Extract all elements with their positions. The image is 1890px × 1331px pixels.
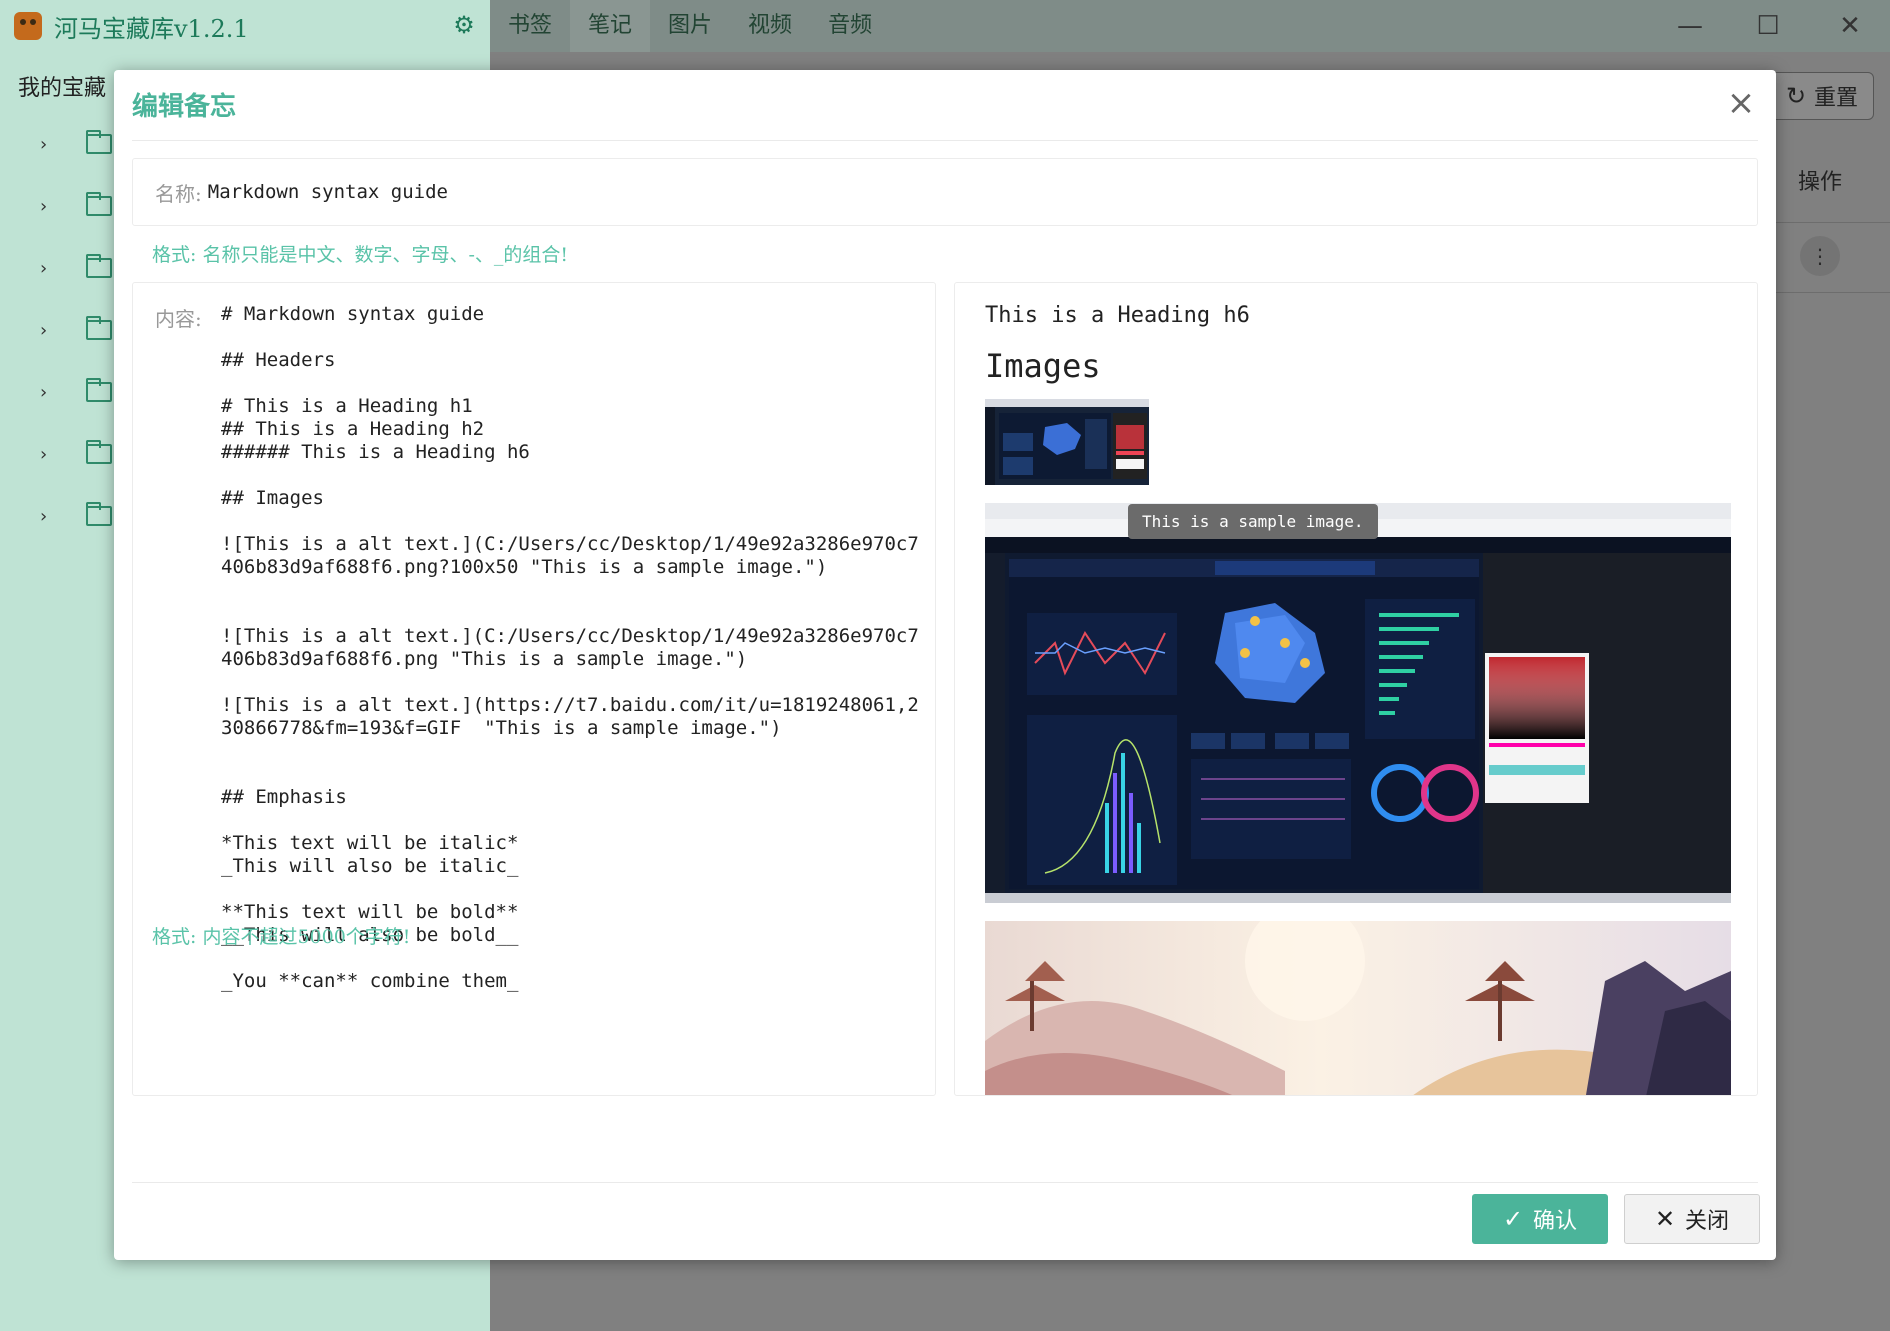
- folder-icon: [86, 378, 112, 402]
- chevron-right-icon[interactable]: ›: [40, 134, 60, 155]
- table-divider: [1770, 222, 1890, 223]
- name-label: 名称:: [155, 181, 202, 206]
- close-label: 关闭: [1685, 1209, 1730, 1234]
- dialog-title: 编辑备忘: [132, 92, 237, 122]
- tab-audio[interactable]: 音频: [810, 0, 890, 52]
- preview-dashboard-image: [985, 503, 1731, 903]
- gear-icon[interactable]: ⚙: [452, 13, 476, 37]
- hippo-logo-icon: [14, 12, 42, 40]
- content-editor[interactable]: 内容: # Markdown syntax guide ## Headers #…: [132, 282, 936, 1096]
- content-label: 内容:: [155, 307, 202, 331]
- divider: [132, 1182, 1758, 1183]
- content-hint: 格式: 内容不超过5000个字符!: [152, 926, 411, 948]
- folder-icon: [86, 316, 112, 340]
- refresh-icon: ↻: [1785, 82, 1807, 110]
- maximize-icon[interactable]: ☐: [1748, 10, 1788, 42]
- preview-heading-h6: This is a Heading h6: [985, 303, 1250, 328]
- close-button[interactable]: ✕ 关闭: [1624, 1194, 1760, 1244]
- name-field[interactable]: 名称: Markdown syntax guide: [132, 158, 1758, 226]
- close-x-icon: ✕: [1654, 1205, 1676, 1233]
- chevron-right-icon[interactable]: ›: [40, 444, 60, 465]
- preview-heading-images: Images: [985, 347, 1101, 385]
- chevron-right-icon[interactable]: ›: [40, 196, 60, 217]
- confirm-button[interactable]: ✓ 确认: [1472, 1194, 1608, 1244]
- divider: [132, 140, 1758, 141]
- markdown-preview: This is a Heading h6 Images: [954, 282, 1758, 1096]
- reset-button[interactable]: ↻ 重置: [1770, 72, 1874, 120]
- folder-icon: [86, 502, 112, 526]
- edit-memo-dialog: 编辑备忘 × 名称: Markdown syntax guide 格式: 名称只…: [114, 70, 1776, 1260]
- name-hint: 格式: 名称只能是中文、数字、字母、-、_的组合!: [152, 244, 568, 266]
- chevron-right-icon[interactable]: ›: [40, 382, 60, 403]
- minimize-icon[interactable]: —: [1670, 10, 1710, 42]
- tab-videos[interactable]: 视频: [730, 0, 810, 52]
- image-tooltip: This is a sample image.: [1128, 504, 1378, 539]
- app-title: 河马宝藏库v1.2.1: [54, 14, 249, 43]
- preview-thumbnail-image: [985, 399, 1149, 485]
- sidebar-heading: 我的宝藏: [18, 76, 107, 101]
- confirm-label: 确认: [1533, 1209, 1578, 1234]
- tab-images[interactable]: 图片: [650, 0, 730, 52]
- chevron-right-icon[interactable]: ›: [40, 258, 60, 279]
- preview-landscape-image: [985, 921, 1731, 1095]
- table-divider: [1770, 292, 1890, 293]
- ops-column-header: 操作: [1798, 170, 1843, 195]
- content-textarea[interactable]: # Markdown syntax guide ## Headers # Thi…: [221, 303, 921, 993]
- close-icon[interactable]: ×: [1724, 86, 1758, 120]
- more-vertical-icon[interactable]: ⋮: [1800, 236, 1840, 276]
- app-title-bar: 河马宝藏库v1.2.1: [0, 0, 490, 52]
- tab-notes[interactable]: 笔记: [570, 0, 651, 52]
- close-window-icon[interactable]: ✕: [1830, 10, 1870, 42]
- folder-icon: [86, 254, 112, 278]
- reset-label: 重置: [1814, 86, 1859, 111]
- folder-icon: [86, 130, 112, 154]
- tab-bookmarks[interactable]: 书签: [490, 0, 570, 52]
- chevron-right-icon[interactable]: ›: [40, 320, 60, 341]
- name-input[interactable]: Markdown syntax guide: [208, 181, 448, 203]
- check-icon: ✓: [1502, 1205, 1524, 1233]
- folder-icon: [86, 440, 112, 464]
- folder-icon: [86, 192, 112, 216]
- chevron-right-icon[interactable]: ›: [40, 506, 60, 527]
